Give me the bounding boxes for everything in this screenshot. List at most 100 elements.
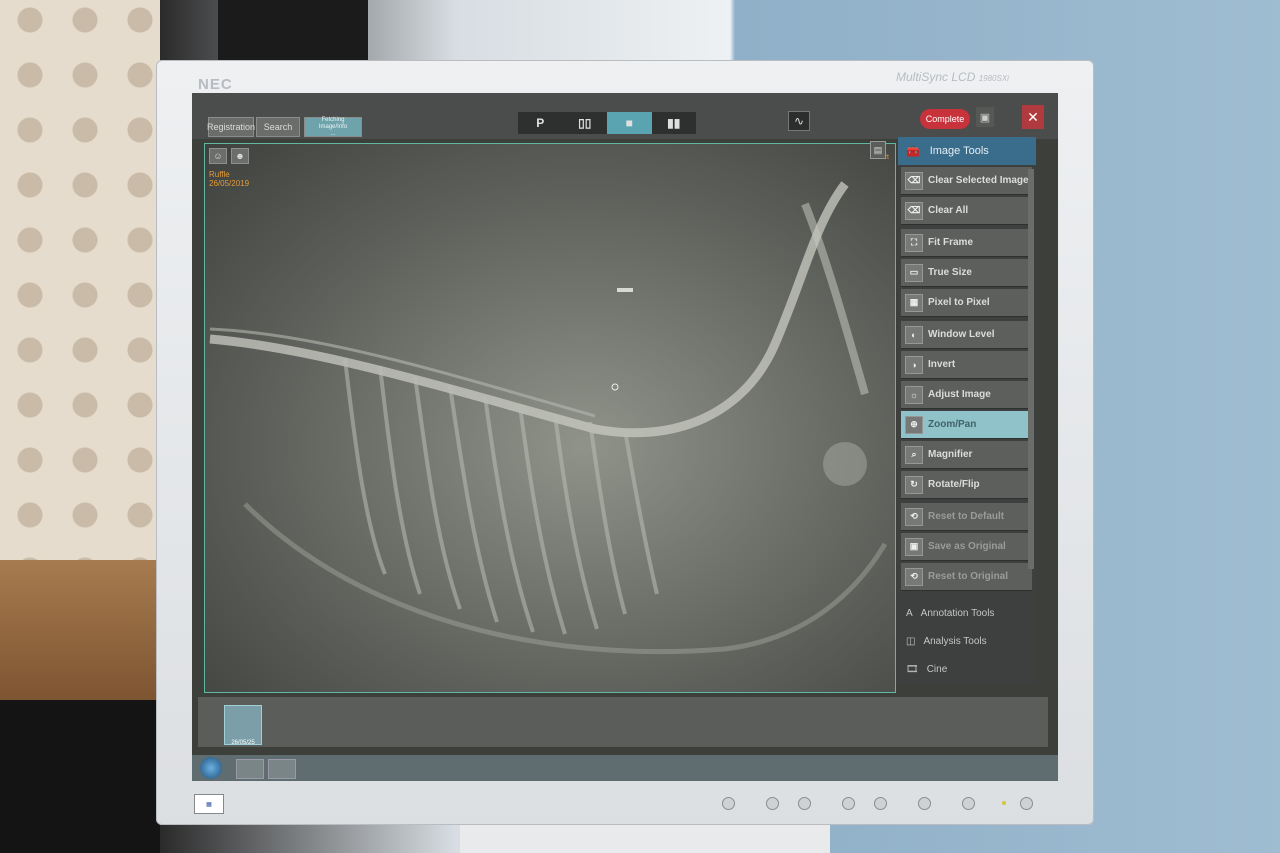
analysis-tools-section[interactable]: ◫ Analysis Tools [898, 627, 1036, 655]
thumbnail-strip: 26/05/25 [198, 697, 1048, 747]
tool-save-as-original[interactable]: ▣ Save as Original [901, 533, 1032, 561]
complete-button[interactable]: Complete [920, 109, 970, 129]
annotation-tools-section[interactable]: A Annotation Tools [898, 599, 1036, 627]
tool-magnifier[interactable]: ⌕ Magnifier [901, 441, 1032, 469]
tool-pixel-to-pixel[interactable]: ▦ Pixel to Pixel [901, 289, 1032, 317]
image-tools-header[interactable]: 🧰 Image Tools [898, 137, 1036, 165]
analysis-icon: ◫ [906, 635, 916, 647]
ruler-icon: ▭ [905, 263, 923, 282]
tool-reset-to-default[interactable]: ⟲ Reset to Default [901, 503, 1032, 531]
registration-button[interactable]: Registration [207, 117, 255, 137]
selected-study-line-2: Image/Info [318, 123, 348, 130]
selected-study-button[interactable]: Fetching Image/Info ... [304, 117, 362, 137]
background-dark [0, 700, 160, 853]
pixel-icon: ▦ [905, 293, 923, 312]
reset-icon: ⟲ [905, 507, 923, 526]
taskbar-app-1[interactable] [236, 759, 264, 779]
image-tools-panel: 🧰 Image Tools ⌫ Clear Selected Image ⌫ Clea… [898, 137, 1036, 685]
rotate-icon: ↻ [905, 475, 923, 494]
reset-icon: ⟲ [905, 567, 923, 586]
user-settings-icon[interactable]: ☻ [231, 148, 249, 164]
tool-label: Clear All [928, 205, 969, 216]
tool-label: Rotate/Flip [928, 479, 980, 490]
monitor-button-7[interactable] [962, 797, 975, 810]
power-led [1002, 801, 1006, 805]
series-thumbnail[interactable]: 26/05/25 [224, 705, 262, 746]
analysis-tools-label: Analysis Tools [923, 635, 987, 647]
taskbar-app-2[interactable] [268, 759, 296, 779]
lock-icon[interactable]: ▣ [976, 107, 994, 127]
patient-info: Ruffle 26/05/2019 [209, 170, 249, 188]
tool-clear-selected-image[interactable]: ⌫ Clear Selected Image [901, 167, 1032, 195]
tool-adjust-image[interactable]: ☼ Adjust Image [901, 381, 1032, 409]
tool-reset-to-original[interactable]: ⟲ Reset to Original [901, 563, 1032, 591]
cine-label: Cine [926, 663, 948, 675]
tool-list: ⌫ Clear Selected Image ⌫ Clear All ⛶ Fit Fram… [898, 167, 1036, 591]
save-icon: ▣ [905, 537, 923, 556]
tool-rotate-flip[interactable]: ↻ Rotate/Flip [901, 471, 1032, 499]
monitor-model-name: MultiSync LCD [896, 70, 976, 84]
annotation-tools-label: Annotation Tools [920, 607, 995, 619]
eraser-icon: ⌫ [905, 171, 923, 190]
fit-icon: ⛶ [905, 233, 923, 252]
tool-label: Save as Original [928, 541, 1006, 552]
eraser-icon: ⌫ [905, 201, 923, 220]
adjust-icon: ☼ [905, 385, 923, 404]
user-icon[interactable]: ☺ [209, 148, 227, 164]
monitor-brand: NEC [198, 76, 233, 93]
contrast-icon: ◐ [905, 325, 923, 344]
cine-section[interactable]: 🎞 Cine [898, 655, 1036, 683]
search-button[interactable]: Search [256, 117, 300, 137]
tool-label: Pixel to Pixel [928, 297, 990, 308]
monitor-button-3[interactable] [798, 797, 811, 810]
tool-label: Fit Frame [928, 237, 974, 248]
selected-study-line-3: ... [330, 130, 336, 137]
clipboard-icon[interactable]: ▤ [870, 141, 886, 159]
monitor-button-4[interactable] [842, 797, 855, 810]
tool-label: Clear Selected Image [928, 175, 1029, 186]
tool-clear-all[interactable]: ⌫ Clear All [901, 197, 1032, 225]
tool-label: Reset to Default [928, 511, 1005, 522]
tool-fit-frame[interactable]: ⛶ Fit Frame [901, 229, 1032, 257]
monitor-button-1[interactable] [722, 797, 735, 810]
tool-invert[interactable]: ◑ Invert [901, 351, 1032, 379]
layout-double-button[interactable]: ▮▮ [652, 112, 697, 134]
tool-window-level[interactable]: ◐ Window Level [901, 321, 1032, 349]
tool-label: Window Level [928, 329, 995, 340]
layout-split-button[interactable]: ▯▯ [563, 112, 608, 134]
xray-image [209, 181, 888, 655]
monitor-model-suffix: 1980SXi [978, 74, 1009, 83]
thumbnail-caption: 26/05/25 [231, 740, 255, 746]
tool-label: Reset to Original [928, 571, 1009, 582]
image-viewport[interactable]: ☺ ☻ Ruffle 26/05/2019 Lat/Rt [204, 143, 896, 693]
layout-selector: P ▯▯ ■ ▮▮ [518, 112, 696, 134]
waveform-icon[interactable]: ∿ [788, 111, 810, 131]
tool-label: Adjust Image [928, 389, 991, 400]
tools-scrollbar[interactable] [1028, 169, 1034, 569]
top-toolbar: Registration Search Fetching Image/Info … [192, 93, 1058, 139]
tool-true-size[interactable]: ▭ True Size [901, 259, 1032, 287]
tool-zoom-pan[interactable]: ⊕ Zoom/Pan [901, 411, 1032, 439]
power-button[interactable] [1020, 797, 1033, 810]
monitor-button-2[interactable] [766, 797, 779, 810]
tool-label: True Size [928, 267, 972, 278]
study-date: 26/05/2019 [209, 179, 250, 188]
layout-p-button[interactable]: P [518, 112, 563, 134]
tool-label: Invert [928, 359, 956, 370]
layout-single-button[interactable]: ■ [607, 112, 652, 134]
monitor-button-6[interactable] [918, 797, 931, 810]
start-button[interactable] [200, 757, 222, 779]
annotation-icon: A [906, 607, 913, 619]
background-wood [0, 560, 160, 700]
viewer-corner-icons: ☺ ☻ [209, 148, 249, 164]
close-button[interactable]: ✕ [1022, 105, 1044, 129]
monitor-model: MultiSync LCD 1980SXi [896, 70, 1009, 84]
invert-icon: ◑ [905, 355, 923, 374]
selected-study-line-1: Fetching [321, 116, 345, 123]
energy-badge: ▦ [194, 794, 224, 814]
zoom-icon: ⊕ [905, 415, 923, 434]
tool-label: Zoom/Pan [928, 419, 977, 430]
monitor-button-5[interactable] [874, 797, 887, 810]
image-tools-title: Image Tools [929, 145, 989, 157]
os-taskbar [192, 755, 1058, 781]
